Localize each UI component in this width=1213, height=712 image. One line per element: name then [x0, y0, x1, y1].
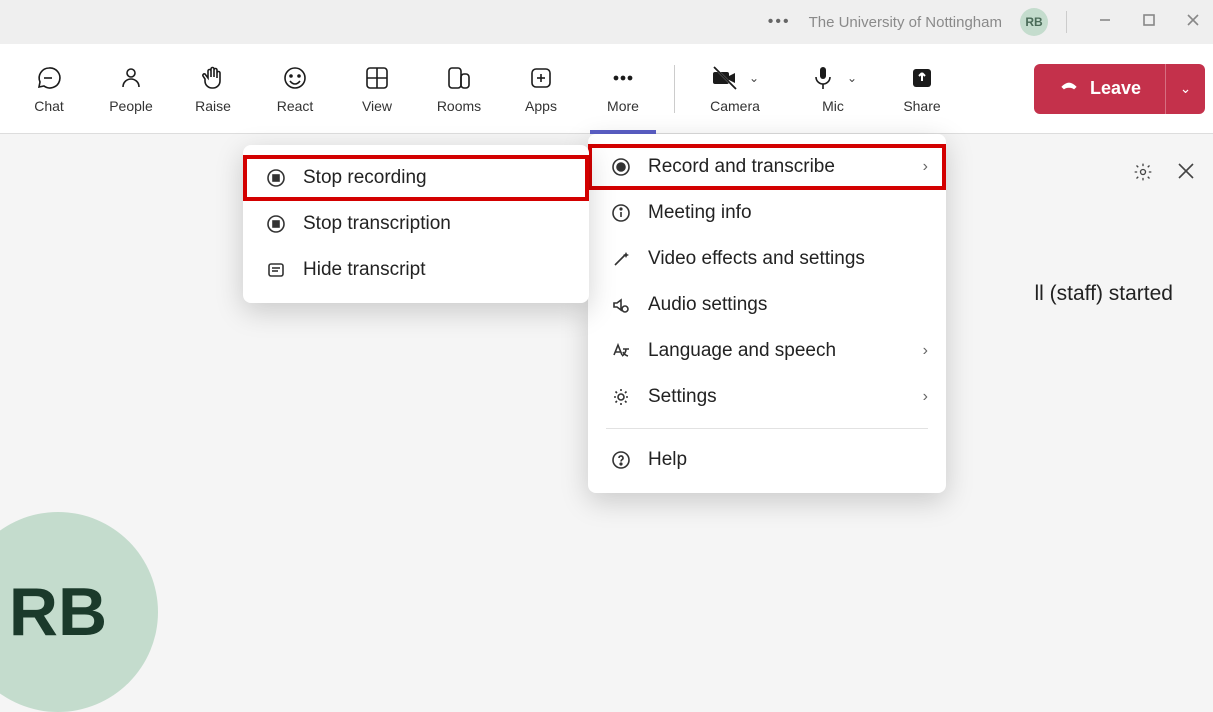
stop-transcription-icon: [265, 213, 287, 235]
wand-icon: [610, 248, 632, 270]
panel-settings-icon[interactable]: [1133, 162, 1153, 187]
submenu-stop-transcription[interactable]: Stop transcription: [243, 201, 589, 247]
toolbar-separator: [674, 65, 675, 113]
camera-label: Camera: [710, 98, 760, 114]
leave-dropdown-button[interactable]: ⌄: [1165, 64, 1205, 114]
leave-button[interactable]: Leave: [1034, 64, 1165, 114]
apps-button[interactable]: Apps: [500, 44, 582, 133]
stop-recording-icon: [265, 167, 287, 189]
meeting-toolbar: Chat People Raise React View Rooms: [0, 44, 1213, 134]
menu-language-speech[interactable]: Language and speech ›: [588, 328, 946, 374]
mic-chevron-icon[interactable]: ⌄: [847, 71, 857, 85]
share-icon: [908, 64, 936, 92]
org-name-label: The University of Nottingham: [809, 14, 1002, 31]
transcript-notice-text: ll (staff) started: [1035, 282, 1174, 306]
titlebar-more-icon[interactable]: •••: [768, 13, 791, 31]
raise-hand-icon: [199, 64, 227, 92]
close-window-icon[interactable]: [1183, 13, 1203, 32]
share-button[interactable]: Share: [881, 44, 963, 133]
info-icon: [610, 202, 632, 224]
menu-video-effects-label: Video effects and settings: [648, 248, 865, 270]
rooms-icon: [445, 64, 473, 92]
camera-button[interactable]: ⌄ Camera: [685, 44, 785, 133]
chevron-down-icon: ⌄: [1180, 81, 1191, 97]
menu-meeting-info-label: Meeting info: [648, 202, 752, 224]
user-avatar[interactable]: RB: [1020, 8, 1048, 36]
submenu-hide-transcript-label: Hide transcript: [303, 259, 426, 281]
camera-chevron-icon[interactable]: ⌄: [749, 71, 759, 85]
react-label: React: [277, 98, 314, 114]
view-button[interactable]: View: [336, 44, 418, 133]
minimize-window-icon[interactable]: [1095, 13, 1115, 32]
apps-icon: [527, 64, 555, 92]
menu-language-speech-label: Language and speech: [648, 340, 836, 362]
people-label: People: [109, 98, 153, 114]
apps-label: Apps: [525, 98, 557, 114]
chevron-right-icon: ›: [923, 158, 928, 176]
menu-audio-settings-label: Audio settings: [648, 294, 767, 316]
menu-separator: [606, 428, 928, 429]
react-button[interactable]: React: [254, 44, 336, 133]
people-icon: [117, 64, 145, 92]
mic-button[interactable]: ⌄ Mic: [785, 44, 881, 133]
leave-phone-icon: [1058, 75, 1080, 102]
more-icon: [609, 64, 637, 92]
submenu-stop-recording[interactable]: Stop recording: [243, 155, 589, 201]
view-icon: [363, 64, 391, 92]
leave-label: Leave: [1090, 78, 1141, 99]
chevron-right-icon: ›: [923, 342, 928, 360]
raise-hand-button[interactable]: Raise: [172, 44, 254, 133]
share-label: Share: [903, 98, 940, 114]
more-menu: Record and transcribe › Meeting info Vid…: [588, 134, 946, 493]
title-bar: ••• The University of Nottingham RB: [0, 0, 1213, 44]
people-button[interactable]: People: [90, 44, 172, 133]
menu-meeting-info[interactable]: Meeting info: [588, 190, 946, 236]
speaker-settings-icon: [610, 294, 632, 316]
menu-audio-settings[interactable]: Audio settings: [588, 282, 946, 328]
record-submenu: Stop recording Stop transcription Hide t…: [243, 145, 589, 303]
rooms-label: Rooms: [437, 98, 481, 114]
react-icon: [281, 64, 309, 92]
hide-transcript-icon: [265, 259, 287, 281]
mic-label: Mic: [822, 98, 844, 114]
language-icon: [610, 340, 632, 362]
more-label: More: [607, 98, 639, 114]
more-button[interactable]: More: [582, 44, 664, 133]
chevron-right-icon: ›: [923, 388, 928, 406]
rooms-button[interactable]: Rooms: [418, 44, 500, 133]
menu-help-label: Help: [648, 449, 687, 471]
camera-off-icon: [711, 64, 739, 92]
menu-record-transcribe[interactable]: Record and transcribe ›: [588, 144, 946, 190]
record-icon: [610, 156, 632, 178]
chat-button[interactable]: Chat: [8, 44, 90, 133]
chat-icon: [35, 64, 63, 92]
maximize-window-icon[interactable]: [1139, 13, 1159, 32]
menu-video-effects[interactable]: Video effects and settings: [588, 236, 946, 282]
menu-record-transcribe-label: Record and transcribe: [648, 156, 835, 178]
menu-settings-label: Settings: [648, 386, 717, 408]
raise-label: Raise: [195, 98, 231, 114]
gear-icon: [610, 386, 632, 408]
participant-avatar: RB: [0, 512, 158, 712]
submenu-stop-transcription-label: Stop transcription: [303, 213, 451, 235]
panel-close-icon[interactable]: [1177, 162, 1195, 187]
submenu-stop-recording-label: Stop recording: [303, 167, 427, 189]
submenu-hide-transcript[interactable]: Hide transcript: [243, 247, 589, 293]
menu-settings[interactable]: Settings ›: [588, 374, 946, 420]
menu-help[interactable]: Help: [588, 437, 946, 483]
mic-icon: [809, 64, 837, 92]
chat-label: Chat: [34, 98, 64, 114]
view-label: View: [362, 98, 392, 114]
help-icon: [610, 449, 632, 471]
